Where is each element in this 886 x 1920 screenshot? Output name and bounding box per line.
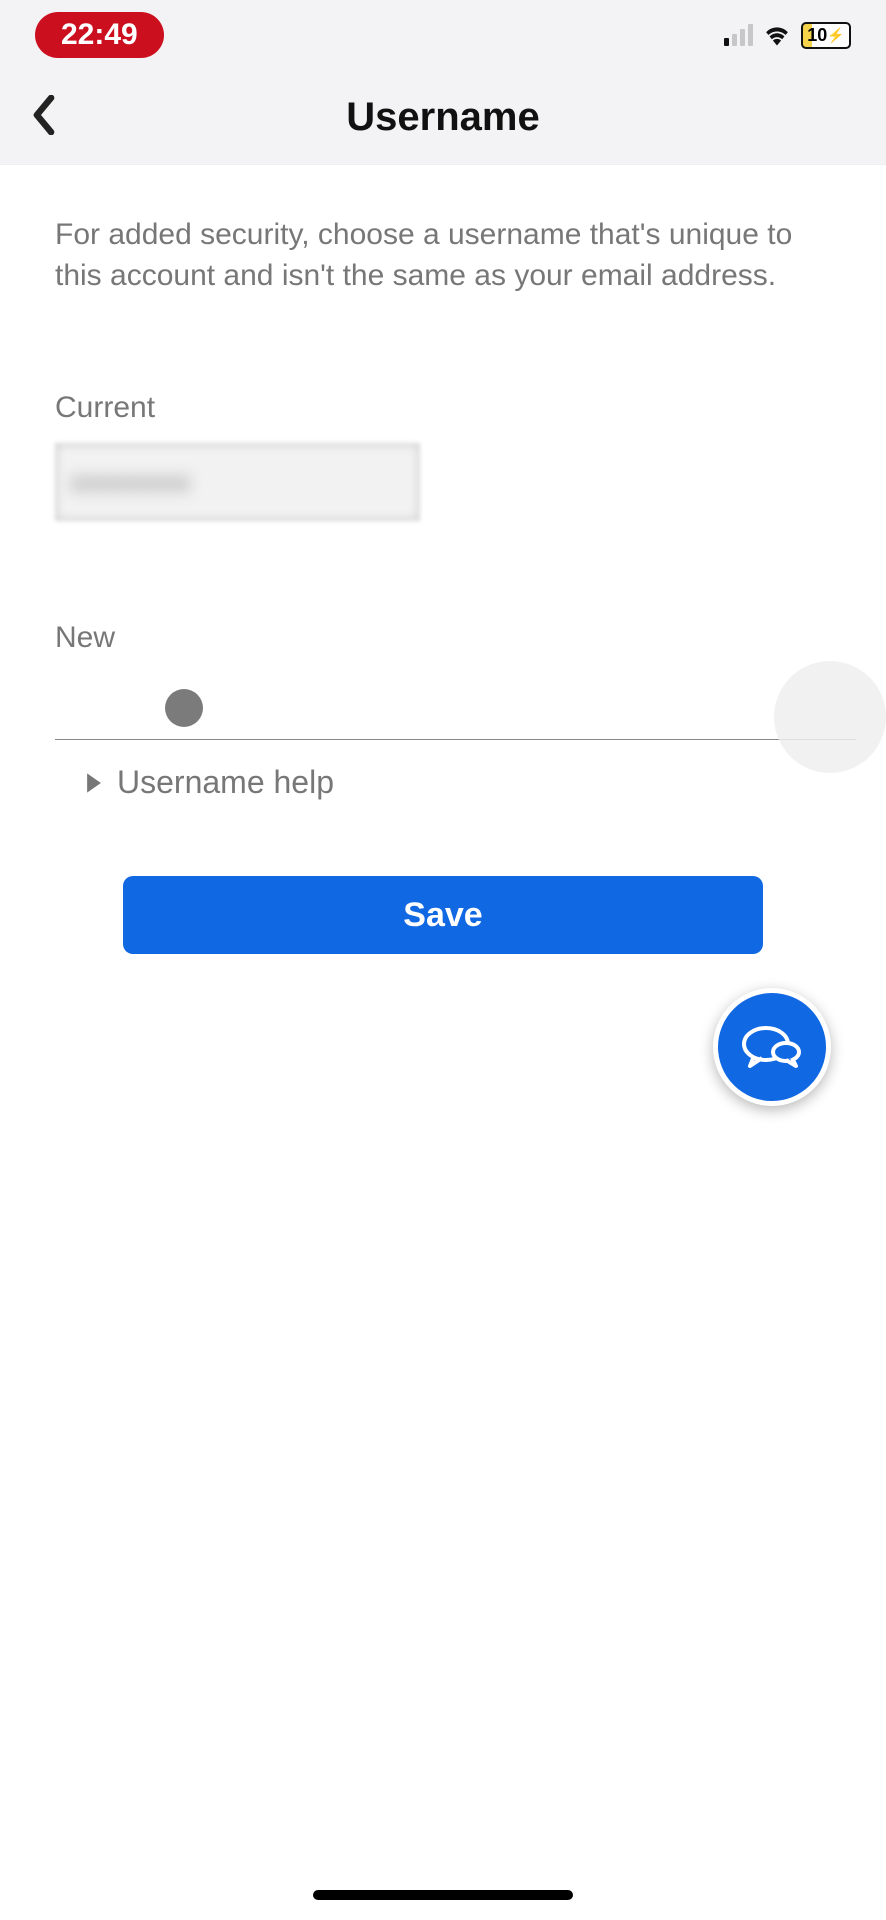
description-text: For added security, choose a username th… <box>55 215 856 296</box>
page-title: Username <box>0 95 886 140</box>
cursor-indicator-icon <box>165 689 203 727</box>
ripple-icon <box>774 661 886 773</box>
chat-fab[interactable] <box>713 988 831 1106</box>
wifi-icon <box>763 24 791 46</box>
new-username-group: New Username help <box>55 621 856 801</box>
nav-header: Username <box>0 70 886 165</box>
current-username-group: Current xxxxxxxx <box>55 391 856 521</box>
status-bar: 22:49 10⚡ <box>0 0 886 70</box>
username-help-label: Username help <box>117 764 334 801</box>
battery-icon: 10⚡ <box>801 22 851 49</box>
current-username-value-redacted: xxxxxxxx <box>71 466 191 498</box>
recording-time-pill: 22:49 <box>35 12 164 58</box>
current-username-field: xxxxxxxx <box>55 443 420 521</box>
username-help-toggle[interactable]: Username help <box>55 764 856 801</box>
chat-icon <box>740 1022 804 1072</box>
chevron-left-icon <box>30 95 58 135</box>
home-indicator[interactable] <box>313 1890 573 1900</box>
caret-right-icon <box>85 772 103 794</box>
save-button[interactable]: Save <box>123 876 763 954</box>
new-username-input[interactable] <box>55 673 856 740</box>
new-label: New <box>55 621 856 655</box>
current-label: Current <box>55 391 856 425</box>
status-icons: 10⚡ <box>724 22 851 49</box>
cellular-signal-icon <box>724 24 753 46</box>
back-button[interactable] <box>30 95 58 140</box>
